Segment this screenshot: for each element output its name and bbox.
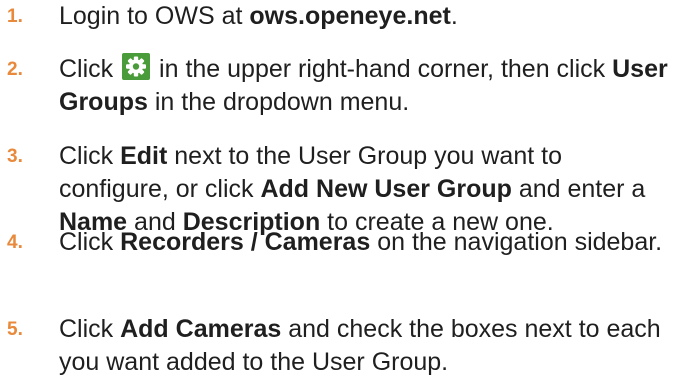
text-segment: Login to OWS at (59, 2, 250, 30)
step-text: Click Add Cameras and check the boxes ne… (59, 313, 669, 379)
website-address: ows.openeye.net (249, 2, 451, 30)
step-number: 3. (7, 146, 23, 167)
step-text: Click Edit next to the User Group you wa… (59, 140, 669, 239)
text-segment: . (450, 2, 458, 30)
step-text: Click Recorders / Cameras on the navigat… (59, 226, 669, 259)
sidebar-item-name: Recorders / Cameras (120, 228, 371, 256)
button-name: Add Cameras (120, 315, 282, 343)
step-number: 2. (7, 59, 23, 80)
text-segment: on the navigation sidebar. (370, 228, 663, 256)
button-name: Edit (120, 142, 168, 170)
gear-icon (122, 53, 151, 80)
text-segment: and enter a (511, 175, 646, 203)
button-name: Add New User Group (260, 175, 512, 203)
step-number: 4. (7, 232, 23, 253)
step-text: Click in the upper right-hand corner, th… (59, 53, 669, 119)
text-segment: Click (59, 142, 121, 170)
text-segment: Click (59, 55, 121, 83)
text-segment: in the dropdown menu. (147, 88, 410, 116)
step-number: 5. (7, 319, 23, 340)
text-segment: Click (59, 315, 121, 343)
step-text: Login to OWS at ows.openeye.net. (59, 0, 669, 33)
text-segment: Click (59, 228, 121, 256)
text-segment: in the upper right-hand corner, then cli… (152, 55, 613, 83)
step-number: 1. (7, 6, 23, 27)
